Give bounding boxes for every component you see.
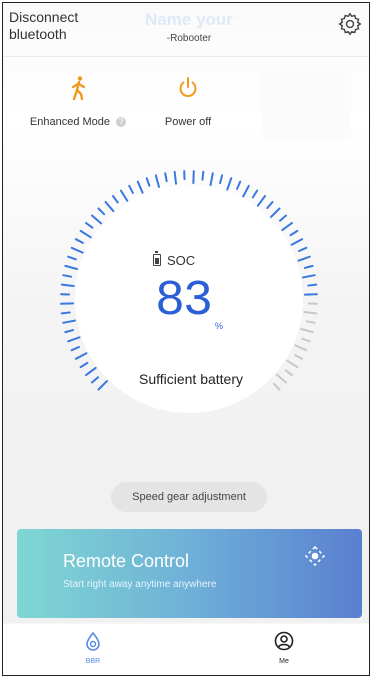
gauge-tick [219,174,224,185]
gauge-tick [60,311,71,315]
nav-label-me: Me [279,658,289,665]
gauge-tick [281,221,293,232]
gauge-tick [79,361,89,369]
gauge-tick [307,283,318,287]
gauge-tick [286,359,299,369]
gauge-tick [104,200,115,213]
battery-gauge [60,170,318,413]
gauge-tick [90,376,100,384]
soc-unit: % [215,321,224,331]
gauge-tick [303,310,318,315]
gauge-tick [201,170,205,181]
gauge-tick [242,184,250,198]
gauge-tick [145,177,151,187]
soc-label-row: SOC [153,250,233,270]
gauge-tick [289,229,299,237]
gauge-tick [251,189,259,199]
gauge-tick [62,274,73,278]
gauge-tick [209,172,214,187]
gauge-tick [67,336,81,343]
user-icon [274,631,294,651]
speed-gear-adjustment-button[interactable]: Speed gear adjustment [111,482,267,512]
gauge-tick [136,180,144,194]
soc-label: SOC [167,252,196,268]
gauge-tick [90,214,103,225]
gauge-tick [297,246,308,253]
gauge-tick [278,214,288,222]
nav-item-bbr[interactable]: BBR [63,631,123,665]
gauge-tick [301,274,316,279]
bottom-nav: BBR Me [3,625,369,675]
gauge-tick [256,195,267,207]
gauge-tick [270,207,281,218]
gauge-tick [128,184,134,194]
gauge-tick [266,200,274,210]
app-screen: Disconnect bluetooth Name your -Robooter [2,2,370,676]
gauge-tick [79,229,92,239]
gauge-tick [290,238,304,246]
gauge-tick [305,320,316,324]
gauge-tick [70,345,81,352]
battery-status-text: Sufficient battery [138,371,244,387]
gauge-tick [111,195,119,204]
gauge-tick [74,352,88,360]
remote-control-subtitle: Start right away anytime anywhere [63,579,217,590]
gauge-tick [85,221,94,229]
gauge-tick [300,328,314,334]
gauge-tick [301,337,311,343]
soc-value: 83 [154,273,213,330]
gauge-tick [97,207,106,216]
remote-control-card[interactable]: Remote Control Start right away anytime … [17,529,362,618]
gauge-tick [85,366,97,377]
gauge-tick [294,354,304,360]
gauge-tick [70,246,84,254]
gauge-tick [294,344,308,352]
gauge-tick [119,189,129,202]
gauge-tick [164,172,168,183]
gauge-tick [60,283,75,288]
gauge-tick [74,238,84,244]
nav-label-bbr: BBR [85,658,101,665]
gauge-tick [226,177,233,191]
drop-icon [86,631,100,651]
gauge-tick [62,319,77,324]
gauge-tick [235,180,242,191]
gauge-tick [64,264,78,270]
nav-item-me[interactable]: Me [254,631,314,665]
remote-control-title: Remote Control [63,551,190,571]
gauge-tick [284,369,293,377]
gauge-tick [303,264,314,269]
gauge-tick [64,329,75,334]
gauge-tick [67,255,77,261]
gauge-tick [173,170,178,185]
gauge-tick [297,255,311,262]
target-icon [304,545,326,567]
battery-icon [153,251,161,266]
gauge-tick [154,174,160,188]
